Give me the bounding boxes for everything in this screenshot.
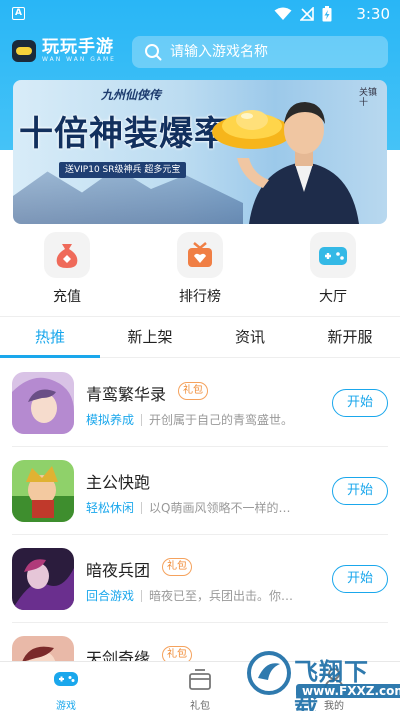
search-input[interactable] xyxy=(170,44,370,60)
money-bag-icon xyxy=(56,244,78,268)
list-item[interactable]: 主公快跑 轻松休闲 以Q萌画风领略不一样的三... 开始 xyxy=(0,447,400,535)
game-thumbnail xyxy=(12,548,74,610)
quick-recharge[interactable]: 充值 xyxy=(27,232,107,306)
search-bar[interactable] xyxy=(132,36,388,68)
game-category: 模拟养成 xyxy=(86,413,135,427)
banner-game-logo: 九州仙侠传 xyxy=(101,88,162,102)
game-description: 以Q萌画风领略不一样的三... xyxy=(149,501,300,515)
status-bar: A 3:30 xyxy=(0,0,400,28)
battery-charging-icon xyxy=(322,6,332,22)
quick-recharge-tile xyxy=(44,232,90,278)
status-icons xyxy=(274,6,332,22)
banner-headline: 十倍神装爆率 xyxy=(19,114,229,154)
watermark-text: 飞翔下载 xyxy=(294,658,369,711)
nav-gifts[interactable]: 礼包 xyxy=(160,665,240,711)
game-name: 主公快跑 xyxy=(86,473,151,492)
game-name: 青鸾繁华录 xyxy=(86,385,167,404)
list-item[interactable]: 青鸾繁华录 礼包 模拟养成 开创属于自己的青鸾盛世。 开始 xyxy=(0,359,400,447)
watermark-logo-icon xyxy=(247,651,291,695)
quick-recharge-label: 充值 xyxy=(53,289,81,305)
start-button[interactable]: 开始 xyxy=(332,565,388,593)
gamepad-icon xyxy=(319,247,347,265)
game-description: 开创属于自己的青鸾盛世。 xyxy=(149,413,294,427)
game-description: 暗夜已至，兵团出击。你，... xyxy=(148,589,300,603)
top-header: 玩玩手游 WAN WAN GAME xyxy=(0,34,400,74)
site-watermark: 飞翔下载 www.FXXZ.com xyxy=(246,644,400,711)
search-icon xyxy=(145,44,162,61)
tab-news[interactable]: 资讯 xyxy=(200,317,300,357)
tab-new-servers[interactable]: 新开服 xyxy=(300,317,400,357)
game-category: 轻松休闲 xyxy=(86,501,135,515)
quick-ranking-tile xyxy=(177,232,223,278)
game-name: 暗夜兵团 xyxy=(86,561,151,580)
logo-badge-icon xyxy=(12,40,36,62)
app-logo: 玩玩手游 WAN WAN GAME xyxy=(12,38,116,64)
app-screen: A 3:30 玩玩手游 WAN WAN GAME 请输入游戏名称 九州仙侠传 十… xyxy=(0,0,400,711)
game-category: 回合游戏 xyxy=(86,589,135,603)
nav-games-label: 游戏 xyxy=(56,701,76,711)
wifi-icon xyxy=(274,7,292,20)
ranking-icon xyxy=(188,242,212,267)
gamepad-icon xyxy=(54,672,78,686)
spokesperson-image xyxy=(237,102,359,224)
game-meta: 回合游戏 暗夜已至，兵团出击。你，... xyxy=(86,587,300,604)
category-tabs: 热推 新上架 资讯 新开服 xyxy=(0,316,400,358)
meta-divider xyxy=(141,413,143,426)
quick-lobby-label: 大厅 xyxy=(319,289,347,305)
quick-ranking-label: 排行榜 xyxy=(179,289,221,305)
promo-banner[interactable]: 九州仙侠传 十倍神装爆率 送VIP10 SR级神兵 超多元宝 关镇十 xyxy=(13,80,387,224)
game-meta: 模拟养成 开创属于自己的青鸾盛世。 xyxy=(86,411,300,428)
no-signal-icon xyxy=(300,7,314,21)
gift-box-icon xyxy=(189,669,211,690)
list-item[interactable]: 暗夜兵团 礼包 回合游戏 暗夜已至，兵团出击。你，... 开始 xyxy=(0,535,400,623)
watermark-url: www.FXXZ.com xyxy=(296,684,400,698)
start-button[interactable]: 开始 xyxy=(332,477,388,505)
meta-divider xyxy=(141,501,142,514)
quick-actions: 充值 排行榜 大厅 xyxy=(0,228,400,312)
app-title: 玩玩手游 xyxy=(42,37,114,57)
status-time: 3:30 xyxy=(356,5,390,23)
active-tab-indicator xyxy=(0,355,100,358)
notification-icon: A xyxy=(12,7,25,20)
banner-strip: 送VIP10 SR级神兵 超多元宝 xyxy=(59,162,187,178)
nav-gifts-label: 礼包 xyxy=(190,701,210,711)
nav-games[interactable]: 游戏 xyxy=(26,665,106,711)
game-thumbnail xyxy=(12,460,74,522)
gift-badge: 礼包 xyxy=(162,558,192,576)
meta-divider xyxy=(141,589,142,602)
app-subtitle: WAN WAN GAME xyxy=(42,56,116,63)
start-button[interactable]: 开始 xyxy=(332,389,388,417)
quick-lobby[interactable]: 大厅 xyxy=(293,232,373,306)
game-thumbnail xyxy=(12,372,74,434)
game-meta: 轻松休闲 以Q萌画风领略不一样的三... xyxy=(86,499,300,516)
tab-hot[interactable]: 热推 xyxy=(0,317,100,357)
quick-lobby-tile xyxy=(310,232,356,278)
gift-badge: 礼包 xyxy=(178,382,208,400)
quick-ranking[interactable]: 排行榜 xyxy=(160,232,240,306)
logo-text-block: 玩玩手游 WAN WAN GAME xyxy=(42,38,116,64)
banner-side-tag: 关镇十 xyxy=(359,88,378,108)
tab-new[interactable]: 新上架 xyxy=(100,317,200,357)
